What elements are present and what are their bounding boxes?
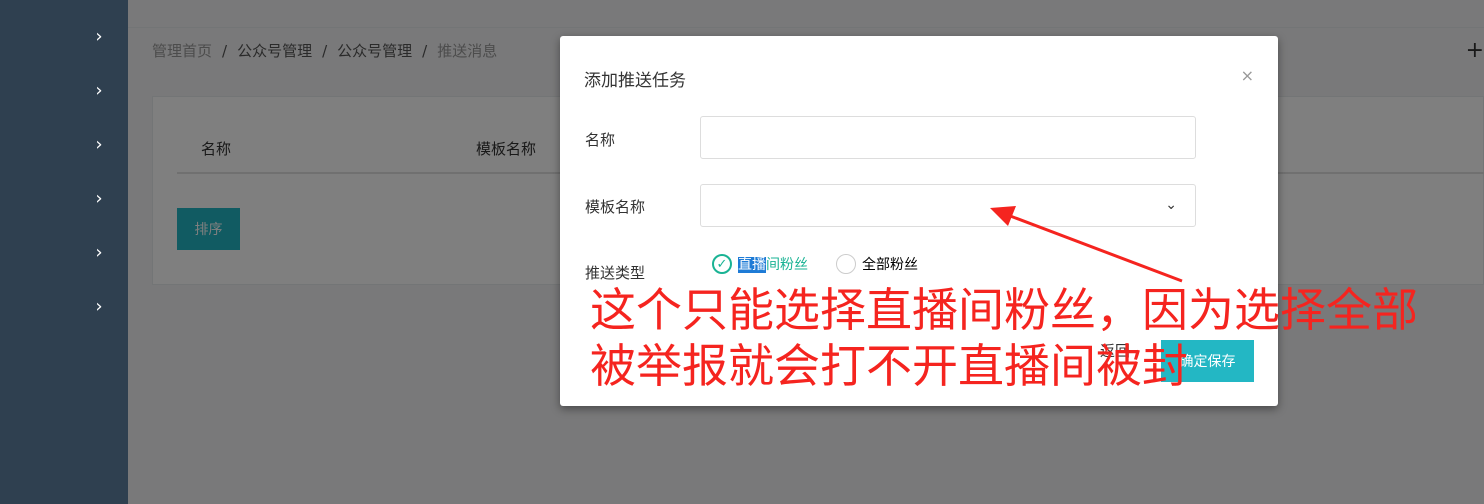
radio-live-fans-label: 直播间粉丝 — [738, 257, 808, 273]
chevron-right-icon[interactable]: › — [92, 136, 106, 154]
add-push-task-dialog: 添加推送任务 × 名称 模板名称 ⌄ 推送类型 ✓ 直播间粉丝 全部粉丝 返回 … — [560, 36, 1278, 406]
chevron-right-icon[interactable]: › — [92, 82, 106, 100]
radio-all-fans[interactable]: 全部粉丝 — [836, 252, 918, 276]
radio-live-fans[interactable]: ✓ 直播间粉丝 — [712, 252, 808, 276]
sidebar: › › › › › › — [0, 0, 128, 504]
chevron-right-icon[interactable]: › — [92, 244, 106, 262]
chevron-right-icon[interactable]: › — [92, 28, 106, 46]
back-button[interactable]: 返回 — [1100, 340, 1130, 361]
chevron-down-icon: ⌄ — [1165, 197, 1177, 213]
check-icon: ✓ — [712, 254, 732, 274]
radio-circle-icon — [836, 254, 856, 274]
modal-title: 添加推送任务 — [584, 71, 686, 91]
chevron-right-icon[interactable]: › — [92, 298, 106, 316]
template-select[interactable]: ⌄ — [700, 184, 1196, 227]
template-label: 模板名称 — [585, 198, 646, 216]
radio-all-fans-label: 全部粉丝 — [862, 257, 918, 273]
push-type-label: 推送类型 — [585, 264, 646, 282]
name-input[interactable] — [700, 116, 1196, 159]
close-icon[interactable]: × — [1241, 66, 1254, 85]
chevron-right-icon[interactable]: › — [92, 190, 106, 208]
save-button[interactable]: 确定保存 — [1161, 340, 1254, 382]
name-label: 名称 — [585, 131, 616, 149]
